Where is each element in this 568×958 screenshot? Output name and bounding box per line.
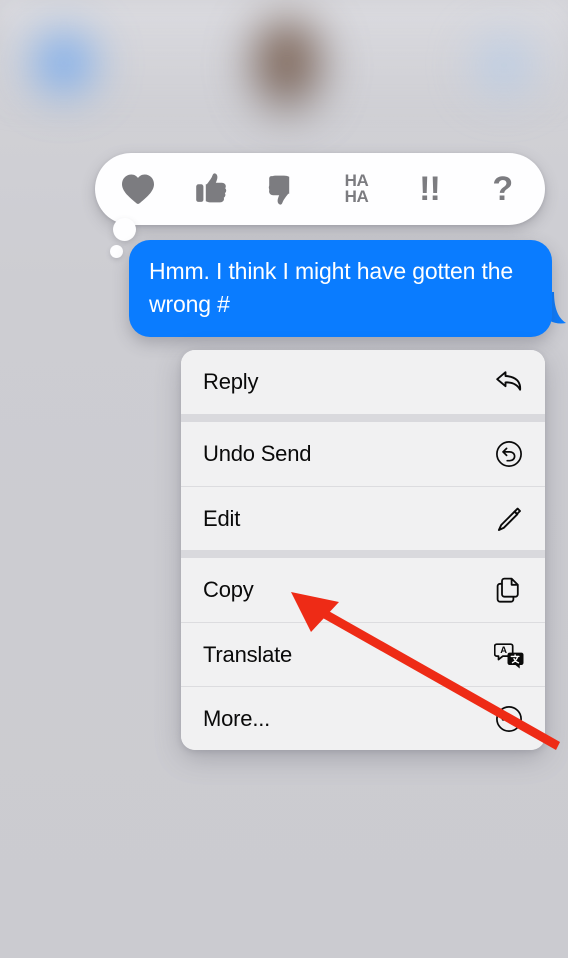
nav-trailing-control-blurred[interactable] bbox=[466, 30, 542, 100]
pencil-icon bbox=[494, 504, 524, 534]
menu-item-edit[interactable]: Edit bbox=[181, 486, 545, 550]
context-menu-group-edit: Undo Send Edit bbox=[181, 422, 545, 550]
menu-item-reply[interactable]: Reply bbox=[181, 350, 545, 414]
tapback-tail-small-dot bbox=[110, 245, 123, 258]
tapback-heart-button[interactable] bbox=[110, 161, 166, 217]
context-menu-group-reply: Reply bbox=[181, 350, 545, 414]
context-menu-divider-2 bbox=[181, 550, 545, 558]
contact-avatar-blurred[interactable] bbox=[249, 18, 325, 114]
heart-icon bbox=[120, 173, 156, 205]
tapback-question-button[interactable]: ? bbox=[475, 161, 531, 217]
menu-item-more-label: More... bbox=[203, 705, 271, 731]
haha-icon: HA HA bbox=[344, 171, 369, 206]
reply-arrow-icon bbox=[494, 367, 524, 397]
focused-message-bubble[interactable]: Hmm. I think I might have gotten the wro… bbox=[129, 240, 552, 337]
thumbs-down-icon bbox=[267, 172, 301, 206]
tapback-tail-large-dot bbox=[113, 218, 136, 241]
copy-documents-icon bbox=[494, 575, 524, 605]
tapback-thumbs-up-button[interactable] bbox=[183, 161, 239, 217]
menu-item-copy-label: Copy bbox=[203, 577, 254, 602]
menu-item-undo-send[interactable]: Undo Send bbox=[181, 422, 545, 486]
tapback-exclamation-button[interactable]: !! bbox=[402, 161, 458, 217]
menu-item-undo-send-label: Undo Send bbox=[203, 441, 312, 466]
message-context-menu[interactable]: Reply Undo Send Edit Copy Translate A Mo… bbox=[181, 350, 545, 750]
menu-item-copy[interactable]: Copy bbox=[181, 558, 545, 622]
menu-item-reply-label: Reply bbox=[203, 369, 259, 394]
question-mark-icon: ? bbox=[492, 170, 513, 208]
translate-bubbles-icon: A bbox=[494, 640, 524, 670]
context-menu-group-actions: Copy Translate A More... bbox=[181, 558, 545, 750]
ellipsis-circle-icon bbox=[494, 704, 524, 734]
context-menu-divider-1 bbox=[181, 414, 545, 422]
thumbs-up-icon bbox=[194, 172, 228, 206]
message-text: Hmm. I think I might have gotten the wro… bbox=[149, 258, 520, 317]
tapback-thumbs-down-button[interactable] bbox=[256, 161, 312, 217]
tapback-reaction-bar[interactable]: HA HA !! ? bbox=[95, 153, 545, 225]
back-button-blurred[interactable] bbox=[22, 26, 106, 100]
tapback-haha-button[interactable]: HA HA bbox=[329, 161, 385, 217]
menu-item-more[interactable]: More... bbox=[181, 686, 545, 750]
svg-text:A: A bbox=[500, 644, 507, 655]
menu-item-translate[interactable]: Translate A bbox=[181, 622, 545, 686]
undo-circle-arrow-icon bbox=[494, 439, 524, 469]
double-exclamation-icon: !! bbox=[419, 170, 441, 208]
menu-item-edit-label: Edit bbox=[203, 505, 241, 531]
menu-item-translate-label: Translate bbox=[203, 641, 293, 667]
